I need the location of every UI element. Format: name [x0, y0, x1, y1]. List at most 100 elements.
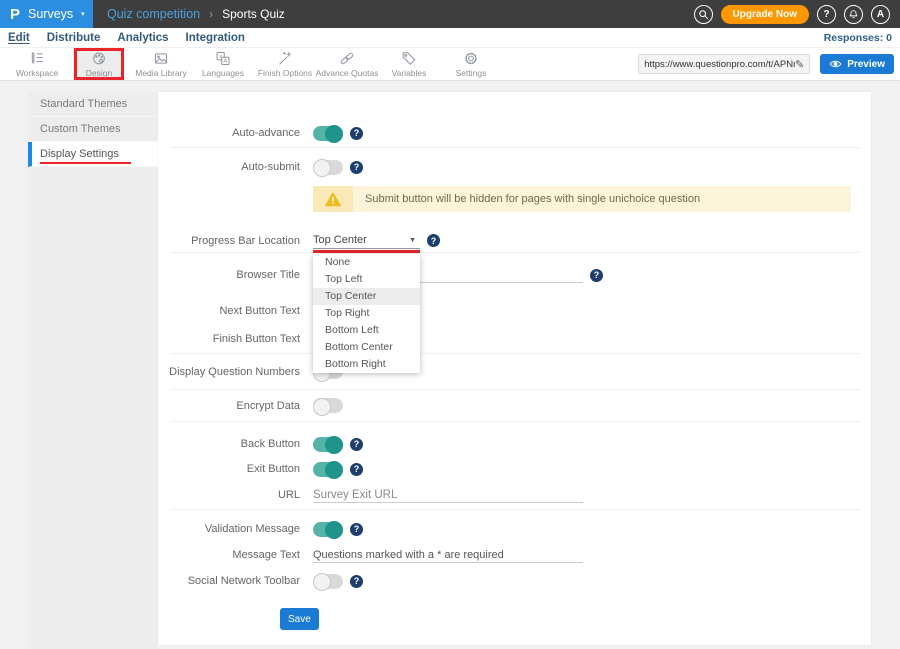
toolbar-item-languages[interactable]: xA Languages	[192, 48, 254, 80]
exit-url-input[interactable]	[313, 487, 583, 503]
row-encrypt-data: Encrypt Data	[158, 390, 871, 421]
sidebar-item-display-settings[interactable]: Display Settings	[28, 142, 158, 167]
message-text-input[interactable]	[313, 547, 583, 563]
progress-bar-location-select[interactable]: Top Center ▼	[313, 232, 420, 249]
exit-button-toggle[interactable]	[313, 462, 343, 477]
breadcrumb: Quiz competition › Sports Quiz	[107, 7, 285, 21]
row-progress-bar-location: Progress Bar Location Top Center ▼ ?	[158, 229, 871, 252]
validation-message-label: Validation Message	[158, 523, 300, 535]
row-next-button-text: Next Button Text	[158, 297, 871, 325]
tab-distribute[interactable]: Distribute	[47, 32, 101, 44]
toolbar-item-variables[interactable]: Variables	[378, 48, 440, 80]
sidebar-item-custom-themes[interactable]: Custom Themes	[28, 117, 158, 142]
magic-wand-icon	[280, 52, 291, 64]
avatar-letter: A	[877, 9, 884, 20]
sidebar-item-standard-themes[interactable]: Standard Themes	[28, 92, 158, 117]
tab-analytics[interactable]: Analytics	[117, 32, 168, 44]
next-button-text-label: Next Button Text	[158, 305, 300, 317]
validation-message-toggle[interactable]	[313, 522, 343, 537]
notifications-button[interactable]	[844, 5, 863, 24]
warning-badge	[313, 186, 353, 212]
dropdown-option-none[interactable]: None	[313, 254, 420, 271]
tab-edit[interactable]: Edit	[8, 32, 30, 44]
auto-advance-toggle[interactable]	[313, 126, 343, 141]
breadcrumb-folder[interactable]: Quiz competition	[107, 7, 200, 21]
finish-button-text-label: Finish Button Text	[158, 333, 300, 345]
toolbar-item-design[interactable]: Design	[68, 48, 130, 80]
message-text-label: Message Text	[158, 549, 300, 561]
exit-url-label: URL	[158, 489, 300, 501]
help-menu-button[interactable]: ?	[817, 5, 836, 24]
back-button-label: Back Button	[158, 438, 300, 450]
responses-count[interactable]: Responses: 0	[824, 32, 892, 44]
help-icon[interactable]: ?	[350, 438, 363, 451]
toolbar-label-advance-quotas: Advance Quotas	[316, 68, 379, 78]
sidebar-label-custom-themes: Custom Themes	[40, 123, 121, 135]
browser-title-label: Browser Title	[158, 269, 300, 281]
account-avatar[interactable]: A	[871, 5, 890, 24]
warning-triangle-icon	[325, 192, 341, 207]
dropdown-option-bottom-left[interactable]: Bottom Left	[313, 322, 420, 339]
help-icon[interactable]: ?	[350, 161, 363, 174]
back-button-toggle[interactable]	[313, 437, 343, 452]
divider	[170, 421, 860, 422]
topbar-actions: Upgrade Now ? A	[694, 5, 900, 24]
toolbar-label-media-library: Media Library	[135, 68, 187, 78]
row-auto-advance: Auto-advance ?	[158, 119, 871, 147]
annotation-display-settings-underline	[40, 162, 131, 164]
toolbar-item-finish-options[interactable]: Finish Options	[254, 48, 316, 80]
row-validation-message: Validation Message ?	[158, 516, 871, 542]
toolbar-label-finish-options: Finish Options	[258, 68, 312, 78]
row-browser-title: Browser Title ?	[158, 253, 871, 297]
social-network-toolbar-label: Social Network Toolbar	[158, 575, 300, 587]
help-icon[interactable]: ?	[350, 127, 363, 140]
toolbar-item-media-library[interactable]: Media Library	[130, 48, 192, 80]
help-icon[interactable]: ?	[350, 463, 363, 476]
product-menu[interactable]: P Surveys ▾	[0, 0, 93, 28]
chevron-down-icon: ▾	[81, 10, 85, 18]
preview-button[interactable]: Preview	[820, 54, 894, 74]
palette-icon	[94, 53, 105, 64]
help-icon[interactable]: ?	[590, 269, 603, 282]
tab-integration[interactable]: Integration	[186, 32, 245, 44]
help-icon[interactable]: ?	[350, 523, 363, 536]
toolbar-label-design: Design	[86, 68, 112, 78]
progress-bar-location-label: Progress Bar Location	[158, 235, 300, 247]
dropdown-option-bottom-center[interactable]: Bottom Center	[313, 339, 420, 356]
survey-url-input[interactable]	[644, 59, 795, 70]
toolbar-label-settings: Settings	[456, 68, 487, 78]
questionpro-logo-icon: P	[10, 6, 20, 23]
exit-button-label: Exit Button	[158, 463, 300, 475]
row-display-question-numbers: Display Question Numbers	[158, 354, 871, 389]
encrypt-data-toggle[interactable]	[313, 398, 343, 413]
save-button[interactable]: Save	[280, 608, 319, 630]
dropdown-option-top-right[interactable]: Top Right	[313, 305, 420, 322]
row-message-text: Message Text	[158, 542, 871, 568]
row-back-button: Back Button ?	[158, 431, 871, 457]
auto-submit-toggle[interactable]	[313, 160, 343, 175]
toolbar-item-workspace[interactable]: Workspace	[6, 48, 68, 80]
annotation-progress-select-underline	[313, 250, 420, 253]
image-icon	[155, 54, 166, 63]
chain-link-icon	[340, 53, 353, 65]
selected-value: Top Center	[313, 234, 367, 246]
dropdown-option-top-center[interactable]: Top Center	[313, 288, 420, 305]
help-icon[interactable]: ?	[427, 234, 440, 247]
upgrade-now-button[interactable]: Upgrade Now	[721, 5, 809, 24]
toolbar-item-settings[interactable]: Settings	[440, 48, 502, 80]
display-settings-panel: Auto-advance ? Auto-submit ? Submit butt…	[158, 92, 871, 645]
help-icon[interactable]: ?	[350, 575, 363, 588]
display-question-numbers-label: Display Question Numbers	[158, 366, 300, 378]
toolbar-label-variables: Variables	[392, 68, 427, 78]
edit-url-icon[interactable]: ✎	[795, 58, 804, 71]
auto-advance-label: Auto-advance	[158, 127, 300, 139]
social-network-toolbar-toggle[interactable]	[313, 574, 343, 589]
workspace-icon	[32, 53, 42, 63]
sidebar-label-standard-themes: Standard Themes	[40, 98, 127, 110]
toolbar-item-advance-quotas[interactable]: Advance Quotas	[316, 48, 378, 80]
encrypt-data-label: Encrypt Data	[158, 400, 300, 412]
search-button[interactable]	[694, 5, 713, 24]
design-sidebar: Standard Themes Custom Themes Display Se…	[28, 92, 158, 649]
dropdown-option-top-left[interactable]: Top Left	[313, 271, 420, 288]
dropdown-option-bottom-right[interactable]: Bottom Right	[313, 356, 420, 373]
